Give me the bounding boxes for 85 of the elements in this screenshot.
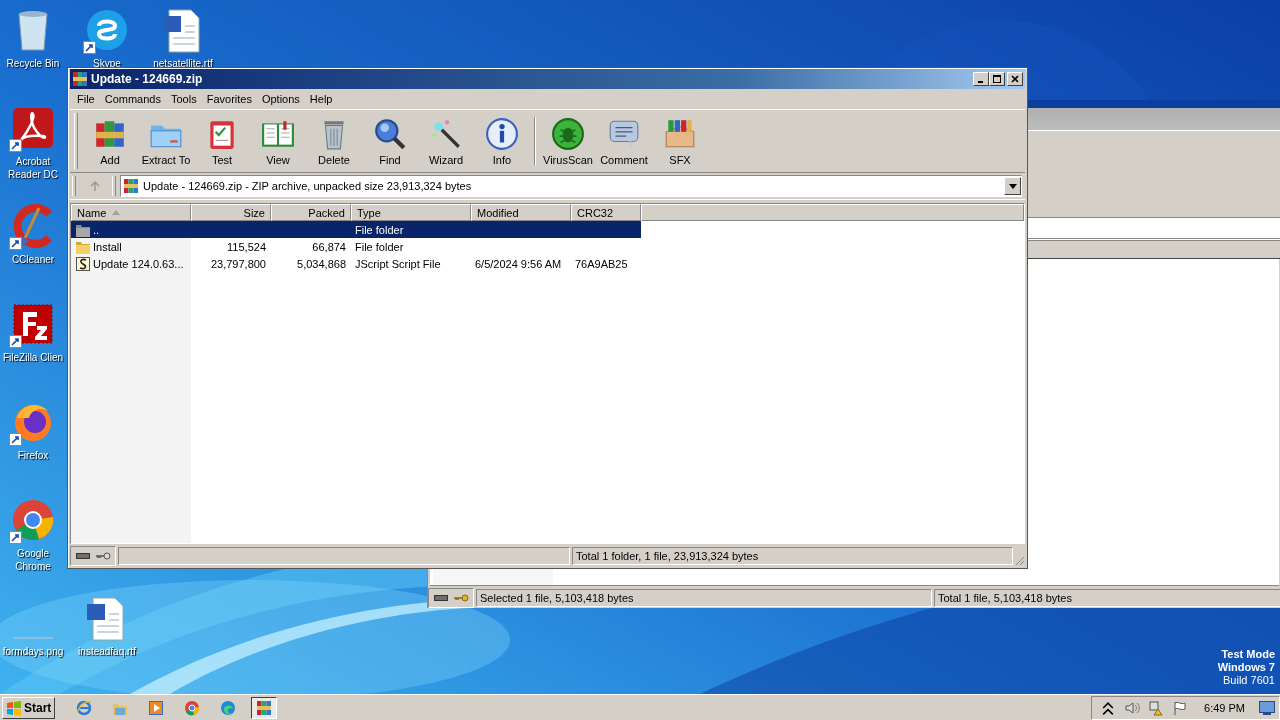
column-header[interactable]: Name xyxy=(71,204,191,221)
menu-item[interactable]: Tools xyxy=(166,90,202,108)
desktop-icon-label[interactable]: CCleaner xyxy=(11,253,55,266)
drive-icon xyxy=(433,594,449,602)
maximize-button[interactable] xyxy=(989,72,1005,86)
windows-logo-icon xyxy=(6,700,22,716)
address-field[interactable]: Update - 124669.zip - ZIP archive, unpacked size 23,913,324 bytes xyxy=(120,175,1022,197)
maximize-icon xyxy=(993,75,1001,83)
dropdown-button[interactable] xyxy=(1004,177,1021,195)
os-notice-text: Windows 7 xyxy=(1217,661,1275,674)
toolbar-button[interactable]: Test xyxy=(194,113,250,169)
archive-icon xyxy=(72,71,88,87)
desktop-icon-label[interactable]: Recycle Bin xyxy=(6,57,60,70)
desktop-icon-label[interactable]: netsatellite.rtf xyxy=(153,57,213,70)
toolbar-button[interactable]: Add xyxy=(82,113,138,169)
status-text: Selected 1 file, 5,103,418 bytes xyxy=(476,589,932,607)
toolbar-button[interactable]: Extract To xyxy=(138,113,194,169)
menu-item[interactable]: Help xyxy=(304,90,338,108)
flag-icon[interactable] xyxy=(1172,700,1189,716)
toolbar-button[interactable]: Delete xyxy=(306,113,362,169)
key-icon xyxy=(453,594,469,602)
toolbar-button[interactable]: Find xyxy=(362,113,418,169)
toolbar-button[interactable]: Comment xyxy=(596,113,652,169)
table-cell: 115,524 xyxy=(227,240,266,253)
table-cell: 66,874 xyxy=(312,240,346,253)
toolbar-button[interactable]: Info xyxy=(474,113,530,169)
os-notice-text: Test Mode xyxy=(1221,648,1275,661)
close-button[interactable] xyxy=(1007,72,1023,86)
column-header[interactable]: Packed xyxy=(271,204,351,221)
info-icon xyxy=(485,116,519,151)
resize-grip-icon[interactable] xyxy=(1015,556,1025,566)
table-cell: Update 124.0.63... xyxy=(93,257,184,270)
toolbar-button[interactable]: VirusScan xyxy=(540,113,596,169)
speaker-icon[interactable] xyxy=(1124,700,1141,716)
taskbar-button[interactable] xyxy=(251,697,278,719)
archive-icon xyxy=(256,700,273,716)
ring-icon xyxy=(184,700,201,716)
clock[interactable]: 6:49 PM xyxy=(1204,702,1245,714)
show-desktop-icon[interactable] xyxy=(1259,701,1275,715)
table-cell: JScript Script File xyxy=(355,257,441,270)
column-header[interactable]: Size xyxy=(191,204,271,221)
drive-icon xyxy=(75,552,91,560)
column-header[interactable]: Type xyxy=(351,204,471,221)
toolbar-button[interactable]: Wizard xyxy=(418,113,474,169)
os-notice-text: Build 7601 xyxy=(1223,674,1275,687)
address-field[interactable] xyxy=(1025,218,1280,241)
column-header[interactable]: CRC32 xyxy=(571,204,641,221)
sort-arrow-icon xyxy=(112,210,121,215)
window-title: Update - 124669.zip xyxy=(91,72,204,86)
magnifier-icon xyxy=(373,116,407,151)
file-row[interactable]: Update 124.0.63... 23,797,800 5,034,868 JScript Script File 6/5/2024 9:56 AM 76A9AB25 xyxy=(71,255,641,272)
table-cell: 5,034,868 xyxy=(297,257,346,270)
table-cell: Install xyxy=(93,240,122,253)
minimize-button[interactable] xyxy=(973,72,989,86)
browser-icon xyxy=(76,700,93,716)
bug-icon xyxy=(551,116,585,151)
key-icon xyxy=(95,552,111,560)
table-cell: 6/5/2024 9:56 AM xyxy=(475,257,562,270)
archive-icon xyxy=(123,178,139,194)
toolbar-button[interactable]: SFX xyxy=(652,113,708,169)
status-text: Total 1 file, 5,103,418 bytes xyxy=(934,589,1280,607)
file-row[interactable]: Install 115,524 66,874 File folder xyxy=(71,238,641,255)
status-text: Total 1 folder, 1 file, 23,913,324 bytes xyxy=(572,547,1013,565)
caret-icon xyxy=(1008,183,1017,189)
desktop-icon-label[interactable]: Acrobat Reader DC xyxy=(0,155,66,181)
network-icon[interactable] xyxy=(1148,700,1165,716)
table-cell: 23,797,800 xyxy=(210,257,266,270)
table-cell: 76A9AB25 xyxy=(575,257,628,270)
desktop-icon-label[interactable]: FileZilla Clien xyxy=(3,351,63,364)
script-file-icon xyxy=(75,255,91,272)
menu-item[interactable]: Options xyxy=(256,90,305,108)
table-cell: .. xyxy=(93,223,100,236)
menu-item[interactable]: File xyxy=(72,90,100,108)
column-header[interactable]: Modified xyxy=(471,204,571,221)
menu-item[interactable]: Commands xyxy=(99,90,166,108)
close-icon xyxy=(1011,75,1019,83)
menu-item[interactable]: Favorites xyxy=(201,90,257,108)
start-button[interactable]: Start xyxy=(2,697,56,719)
toolbar-button[interactable]: View xyxy=(250,113,306,169)
table-cell: File folder xyxy=(355,223,404,236)
browser-icon xyxy=(220,700,237,716)
file-row[interactable]: .. File folder xyxy=(71,221,641,238)
arrow-up-icon xyxy=(89,180,101,192)
table-cell: File folder xyxy=(355,240,404,253)
media-player-icon xyxy=(148,700,165,716)
